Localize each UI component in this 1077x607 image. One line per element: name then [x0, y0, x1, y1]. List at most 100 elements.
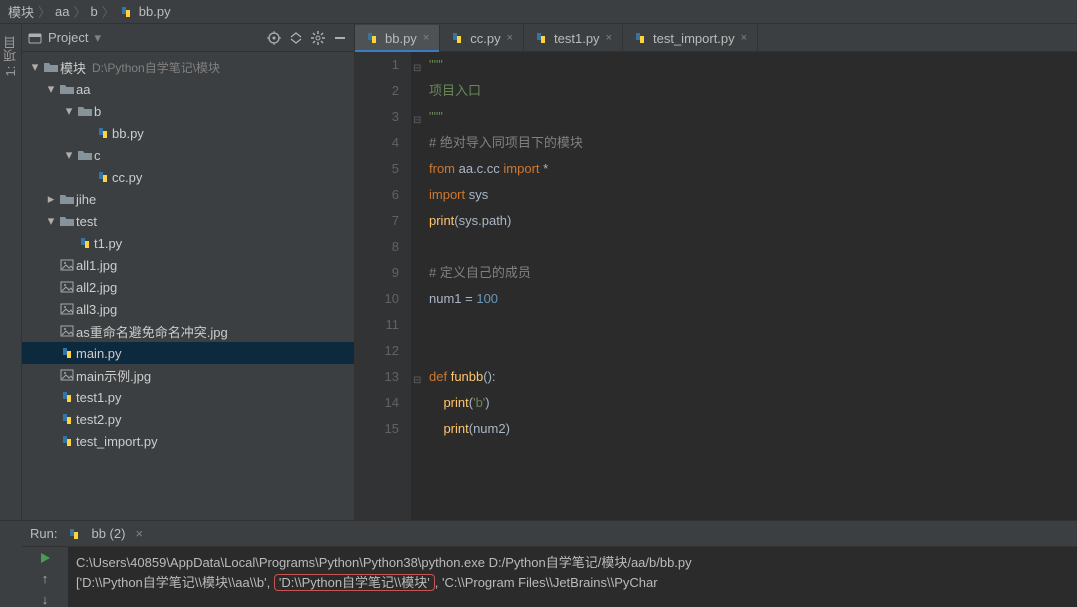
tree-item[interactable]: main示例.jpg — [22, 364, 354, 386]
crumb-root[interactable]: 模块 — [8, 2, 34, 21]
tree-item[interactable]: test1.py — [22, 386, 354, 408]
close-icon[interactable]: × — [135, 526, 143, 541]
code-line[interactable] — [429, 338, 1077, 364]
tree-item[interactable]: ▾ aa — [22, 78, 354, 100]
tree-item[interactable]: all3.jpg — [22, 298, 354, 320]
tree-item[interactable]: test2.py — [22, 408, 354, 430]
code-line[interactable]: num1 = 100 — [429, 286, 1077, 312]
project-tree[interactable]: ▾模块D:\Python自学笔记\模块▾aa▾bbb.py▾ccc.py▸jih… — [22, 52, 354, 520]
editor-tab[interactable]: test1.py × — [524, 25, 623, 51]
dropdown-icon[interactable]: ▾ — [94, 30, 101, 46]
tree-item[interactable]: ▸jihe — [22, 188, 354, 210]
fold-marker-icon[interactable]: ⊟ — [413, 56, 421, 82]
py-icon — [94, 126, 112, 140]
run-strip — [0, 521, 22, 607]
close-icon[interactable]: × — [741, 32, 747, 44]
crumb-file[interactable]: bb.py — [139, 4, 171, 19]
code-line[interactable]: import sys — [429, 182, 1077, 208]
close-icon[interactable]: × — [423, 32, 429, 44]
line-number: 13 — [355, 364, 399, 390]
close-icon[interactable]: × — [606, 32, 612, 44]
crumb-sep: 〉 — [38, 2, 51, 21]
fold-marker-icon[interactable]: ⊟ — [413, 368, 421, 394]
crumb-b[interactable]: b — [91, 4, 98, 19]
code-line[interactable]: # 绝对导入同项目下的模块 — [429, 130, 1077, 156]
tab-label: test1.py — [554, 31, 600, 46]
expand-icon[interactable] — [288, 30, 304, 46]
img-icon — [58, 280, 76, 294]
tree-item[interactable]: all1.jpg — [22, 254, 354, 276]
tree-item-label: aa — [76, 82, 90, 97]
highlighted-path: 'D:\\Python自学笔记\\模块' — [274, 574, 435, 591]
tree-item[interactable]: ▾test — [22, 210, 354, 232]
folder-icon — [42, 60, 60, 74]
tab-label: bb.py — [385, 31, 417, 46]
python-file-icon — [365, 31, 379, 45]
tree-arrow-icon[interactable]: ▸ — [44, 191, 58, 207]
code-line[interactable]: print('b') — [429, 390, 1077, 416]
tab-label: test_import.py — [653, 31, 735, 46]
crumb-aa[interactable]: aa — [55, 4, 69, 19]
tree-item-label: test_import.py — [76, 434, 158, 449]
tree-item-label: bb.py — [112, 126, 144, 141]
tree-arrow-icon[interactable]: ▾ — [62, 103, 76, 119]
line-number: 6 — [355, 182, 399, 208]
code-line[interactable]: 项目入口 — [429, 78, 1077, 104]
code-line[interactable]: """ — [429, 52, 1077, 78]
minimize-icon[interactable] — [332, 30, 348, 46]
tree-item[interactable]: ▾c — [22, 144, 354, 166]
tree-item-path: D:\Python自学笔记\模块 — [92, 59, 220, 76]
tree-item[interactable]: main.py — [22, 342, 354, 364]
code-line[interactable]: print(sys.path) — [429, 208, 1077, 234]
code-line[interactable]: from aa.c.cc import * — [429, 156, 1077, 182]
project-tool-tab[interactable]: 1: 项目 — [0, 30, 22, 82]
python-file-icon — [534, 31, 548, 45]
tree-item[interactable]: cc.py — [22, 166, 354, 188]
tree-arrow-icon[interactable]: ▾ — [44, 81, 58, 97]
code-line[interactable] — [429, 312, 1077, 338]
code-line[interactable]: # 定义自己的成员 — [429, 260, 1077, 286]
line-number: 9 — [355, 260, 399, 286]
py-icon — [58, 412, 76, 426]
locate-icon[interactable] — [266, 30, 282, 46]
output-line: C:\Users\40859\AppData\Local\Programs\Py… — [76, 553, 1069, 573]
tree-item[interactable]: bb.py — [22, 122, 354, 144]
code-line[interactable]: def funbb(): — [429, 364, 1077, 390]
folder-icon — [58, 192, 76, 206]
run-toolbar: ↑ ↓ — [22, 547, 68, 607]
tree-item[interactable]: ▾b — [22, 100, 354, 122]
tree-item[interactable]: ▾模块D:\Python自学笔记\模块 — [22, 56, 354, 78]
folder-icon — [76, 148, 94, 162]
editor-tab[interactable]: cc.py × — [440, 25, 524, 51]
tree-item[interactable]: as重命名避免命名冲突.jpg — [22, 320, 354, 342]
project-header: Project ▾ — [22, 24, 354, 52]
python-file-icon — [633, 31, 647, 45]
folder-icon — [58, 82, 76, 96]
editor-tab[interactable]: bb.py × — [355, 25, 440, 51]
run-play-icon[interactable] — [38, 551, 52, 565]
run-tab[interactable]: bb (2) — [91, 526, 125, 541]
code-lines[interactable]: ⊟ ⊟ ⊟ """项目入口"""# 绝对导入同项目下的模块from aa.c.c… — [411, 52, 1077, 520]
tree-item[interactable]: t1.py — [22, 232, 354, 254]
arrow-down-icon[interactable]: ↓ — [42, 592, 49, 607]
fold-marker-icon[interactable]: ⊟ — [413, 108, 421, 134]
project-title[interactable]: Project — [48, 30, 88, 45]
settings-gear-icon[interactable] — [310, 30, 326, 46]
tree-item-label: test1.py — [76, 390, 122, 405]
code-line[interactable]: print(num2) — [429, 416, 1077, 442]
tree-item[interactable]: test_import.py — [22, 430, 354, 452]
code-line[interactable] — [429, 234, 1077, 260]
line-gutter: 123456789101112131415 — [355, 52, 411, 520]
close-icon[interactable]: × — [507, 32, 513, 44]
tree-arrow-icon[interactable]: ▾ — [62, 147, 76, 163]
line-number: 14 — [355, 390, 399, 416]
run-output[interactable]: C:\Users\40859\AppData\Local\Programs\Py… — [68, 547, 1077, 607]
tree-item[interactable]: all2.jpg — [22, 276, 354, 298]
tab-label: cc.py — [470, 31, 500, 46]
editor-tab[interactable]: test_import.py × — [623, 25, 758, 51]
code-line[interactable]: """ — [429, 104, 1077, 130]
line-number: 2 — [355, 78, 399, 104]
tree-arrow-icon[interactable]: ▾ — [28, 59, 42, 75]
arrow-up-icon[interactable]: ↑ — [42, 571, 49, 586]
tree-arrow-icon[interactable]: ▾ — [44, 213, 58, 229]
